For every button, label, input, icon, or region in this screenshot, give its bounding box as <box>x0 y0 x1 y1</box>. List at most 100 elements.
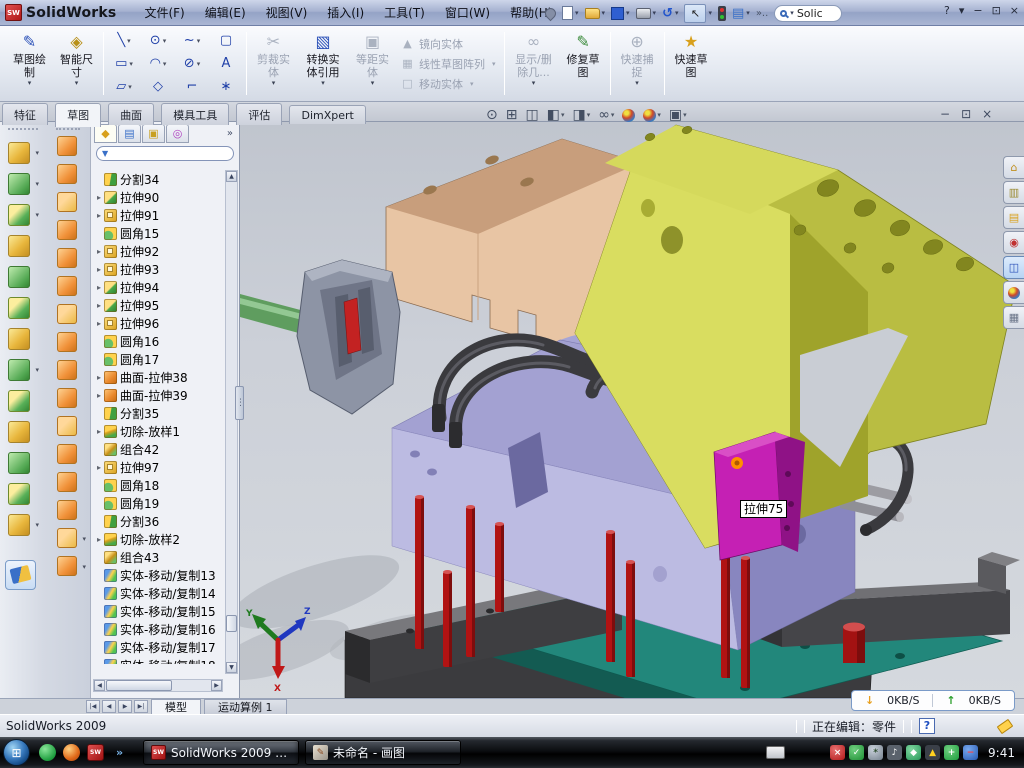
dropdown-icon[interactable]: ▾ <box>746 9 750 17</box>
file-explorer-icon[interactable]: ▤ <box>1003 206 1024 229</box>
feature-tree-item[interactable]: 拉伸95 <box>94 296 230 314</box>
dropdown-icon[interactable]: ▾ <box>28 79 32 88</box>
extend-surface-icon[interactable] <box>57 416 77 436</box>
measure-tool-button-pressed[interactable] <box>5 560 36 590</box>
feature-tree-item[interactable]: 拉伸91 <box>94 206 230 224</box>
doc-close-button[interactable]: × <box>982 107 992 121</box>
chamfer-icon[interactable] <box>8 297 30 319</box>
view-settings-icon[interactable]: ▣ <box>669 108 687 123</box>
tree-expander-icon[interactable] <box>94 535 104 544</box>
tree-expander-icon[interactable] <box>94 265 104 274</box>
search-input[interactable]: ▾ Solic <box>774 5 842 22</box>
revolved-surface-icon[interactable] <box>57 136 77 156</box>
feature-tree-item[interactable]: 圆角19 <box>94 494 230 512</box>
alert-shield-icon[interactable]: × <box>830 745 845 760</box>
hole-wizard-icon[interactable] <box>8 328 30 350</box>
ellipse-icon[interactable]: ⊘ <box>175 52 209 75</box>
propertymanager-tab[interactable]: ▤ <box>118 124 141 143</box>
tree-expander-icon[interactable] <box>94 193 104 202</box>
select-button[interactable]: ↖▾ <box>684 4 712 23</box>
menu-window[interactable]: 窗口(W) <box>435 0 500 25</box>
tree-expander-icon[interactable] <box>94 319 104 328</box>
help-button[interactable]: ? <box>944 4 950 18</box>
tab-surfaces[interactable]: 曲面 <box>108 103 154 125</box>
sketch-fillet-icon[interactable]: ⌐ <box>175 75 209 98</box>
panel-splitter-handle[interactable] <box>235 386 244 420</box>
menu-tools[interactable]: 工具(T) <box>374 0 435 25</box>
dropdown-icon[interactable]: ▾ <box>321 79 325 88</box>
tab-scroll-first-button[interactable]: |◀ <box>86 700 100 713</box>
extruded-boss-icon[interactable] <box>8 142 30 164</box>
feature-tree-item[interactable]: 组合42 <box>94 440 230 458</box>
help-dropdown-icon[interactable]: ▾ <box>959 4 965 18</box>
feature-tree-item[interactable]: 实体-移动/复制14 <box>94 584 230 602</box>
knit-surface-icon[interactable] <box>57 500 77 520</box>
minimize-button[interactable]: − <box>973 4 982 18</box>
trim-surface-icon[interactable] <box>57 444 77 464</box>
tag-icon[interactable] <box>997 718 1014 733</box>
new-file-button[interactable]: ▾ <box>562 6 579 20</box>
mirror-entities-button[interactable]: ▲ 镜向实体 <box>401 36 496 52</box>
scrollbar-thumb[interactable] <box>106 680 172 691</box>
apply-scene-icon[interactable]: ◐ <box>643 109 661 122</box>
tree-expander-icon[interactable] <box>94 391 104 400</box>
red-stop-pin[interactable] <box>843 623 865 664</box>
toolbar-overflow-icon[interactable]: ».. <box>756 8 768 19</box>
display-delete-relations-button[interactable]: ∞ 显示/删 除几... ▾ <box>508 28 560 99</box>
network-speed-widget[interactable]: ↓ 0KB/S ↑ 0KB/S <box>851 690 1015 711</box>
network-pin-icon[interactable]: ◆ <box>906 745 921 760</box>
taskbar-window-solidworks[interactable]: SW SolidWorks 2009 - ... <box>143 740 299 765</box>
freeform-icon[interactable] <box>57 556 77 576</box>
appearances-scenes-icon[interactable]: ● <box>1003 281 1024 304</box>
solidworks-launcher-icon[interactable]: SW <box>87 744 104 761</box>
feature-tree-item[interactable]: 实体-移动/复制18 <box>94 656 230 664</box>
tab-dimxpert[interactable]: DimXpert <box>289 105 365 124</box>
feature-tree-item[interactable]: 拉伸90 <box>94 188 230 206</box>
move-copy-bodies-icon[interactable] <box>8 483 30 505</box>
offset-entities-button[interactable]: ▣ 等距实 体 ▾ <box>349 28 396 99</box>
scrollbar-thumb[interactable] <box>226 615 237 632</box>
tab-mold-tools[interactable]: 模具工具 <box>161 103 229 125</box>
dropdown-icon[interactable]: ▾ <box>626 9 630 17</box>
feature-tree-item[interactable]: 拉伸96 <box>94 314 230 332</box>
toolbox-icon[interactable]: ◉ <box>1003 231 1024 254</box>
edit-appearance-icon[interactable]: ● <box>622 109 635 122</box>
volume-icon[interactable]: ♪ <box>887 745 902 760</box>
tree-horizontal-scrollbar[interactable]: ◀ ▶ <box>93 679 223 692</box>
feature-tree-item[interactable]: 分割35 <box>94 404 230 422</box>
highlighted-extrude75-block[interactable] <box>714 432 805 560</box>
feature-tree-item[interactable]: 实体-移动/复制16 <box>94 620 230 638</box>
ruled-surface-icon[interactable] <box>57 332 77 352</box>
swept-boss-icon[interactable] <box>8 235 30 257</box>
arc-icon[interactable]: ◠ <box>141 52 175 75</box>
messenger-icon[interactable] <box>39 744 56 761</box>
linear-sketch-pattern-button[interactable]: ▦ 线性草图阵列 ▾ <box>401 56 496 72</box>
sketch-button[interactable]: ✎ 草图绘 制 ▾ <box>6 28 53 99</box>
split-feature-icon[interactable] <box>8 421 30 443</box>
doc-minimize-button[interactable]: − <box>940 107 950 121</box>
print-button[interactable]: ▾ <box>636 8 657 19</box>
tab-sketch[interactable]: 草图 <box>55 103 101 127</box>
tree-expander-icon[interactable] <box>94 373 104 382</box>
feature-tree-item[interactable]: 拉伸93 <box>94 260 230 278</box>
filled-surface-icon[interactable] <box>57 248 77 268</box>
dropdown-icon[interactable]: ▾ <box>675 9 679 17</box>
swept-surface-icon[interactable] <box>57 164 77 184</box>
view-orientation-icon[interactable]: ◧ <box>547 108 565 123</box>
feature-tree-item[interactable]: 拉伸94 <box>94 278 230 296</box>
messenger-status-icon[interactable]: − <box>963 745 978 760</box>
feature-tree-item[interactable]: 圆角18 <box>94 476 230 494</box>
system-service-icon[interactable]: * <box>868 745 883 760</box>
feature-tree-item[interactable]: 分割36 <box>94 512 230 530</box>
search-dropdown-icon[interactable]: ▾ <box>790 9 794 17</box>
rib-icon[interactable] <box>8 390 30 412</box>
combine-bodies-icon[interactable] <box>8 452 30 474</box>
feature-tree-item[interactable]: 圆角17 <box>94 350 230 368</box>
tab-scroll-last-button[interactable]: ▶| <box>134 700 148 713</box>
display-style-icon[interactable]: ◨ <box>572 108 590 123</box>
pin-toolbar-icon[interactable] <box>543 5 559 21</box>
tree-expander-icon[interactable] <box>94 211 104 220</box>
undo-button[interactable]: ↺▾ <box>662 7 678 20</box>
point-icon[interactable]: ∗ <box>209 75 243 98</box>
menu-edit[interactable]: 编辑(E) <box>195 0 256 25</box>
